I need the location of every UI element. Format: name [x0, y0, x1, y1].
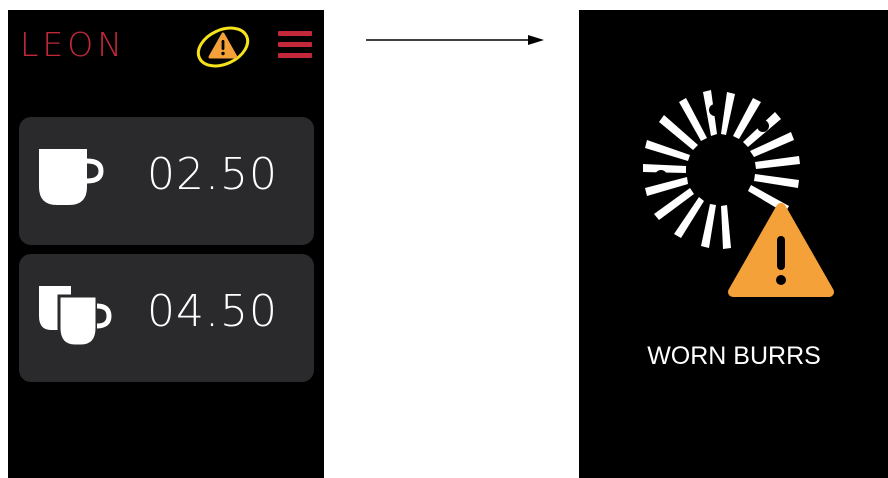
price-single: 02.50	[147, 149, 278, 200]
double-cup-icon	[39, 286, 112, 348]
drink-button-double[interactable]: 04.50	[19, 254, 314, 382]
status-message: WORN BURRS	[647, 342, 821, 370]
warning-triangle-icon	[728, 203, 834, 297]
header-bar: LEON	[8, 10, 324, 80]
price-double: 04.50	[147, 286, 278, 337]
warning-button[interactable]	[194, 25, 252, 69]
brand-logo: LEON	[20, 25, 126, 64]
hamburger-menu-icon[interactable]	[278, 31, 312, 61]
drink-button-single[interactable]: 02.50	[19, 117, 314, 245]
transition-arrow	[366, 35, 544, 45]
single-cup-icon	[39, 149, 104, 205]
warning-triangle-icon	[196, 26, 250, 68]
alert-screen: WORN BURRS	[579, 10, 888, 478]
main-screen: LEON 02.50 04.50	[8, 10, 324, 478]
